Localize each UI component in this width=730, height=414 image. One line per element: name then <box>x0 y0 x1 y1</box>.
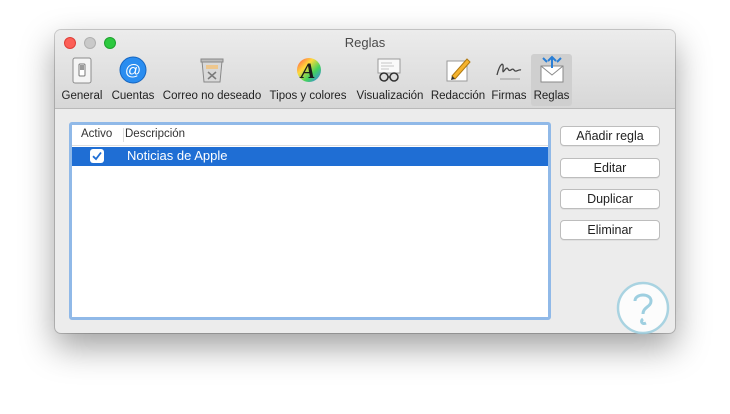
tab-correo-no-deseado[interactable]: Correo no deseado <box>159 54 265 106</box>
rules-table[interactable]: Activo Descripción Noticias de Apple <box>69 122 551 320</box>
tab-visualizacion[interactable]: Visualización <box>352 54 428 106</box>
tab-cuentas[interactable]: @ Cuentas <box>108 54 158 106</box>
tab-redaccion[interactable]: Redacción <box>429 54 487 106</box>
add-rule-button[interactable]: Añadir regla <box>560 126 660 146</box>
checkmark-icon <box>92 151 102 161</box>
duplicate-rule-button[interactable]: Duplicar <box>560 189 660 209</box>
tab-correo-no-deseado-label: Correo no deseado <box>162 90 262 102</box>
delete-rule-button[interactable]: Eliminar <box>560 220 660 240</box>
edit-rule-button[interactable]: Editar <box>560 158 660 178</box>
font-color-icon: A <box>297 58 321 83</box>
table-header: Activo Descripción <box>72 125 548 146</box>
tab-reglas[interactable]: Reglas <box>531 54 572 106</box>
tab-tipos-y-colores-label: Tipos y colores <box>269 90 347 102</box>
svg-text:@: @ <box>125 63 141 80</box>
junk-bin-icon <box>200 58 224 83</box>
column-header-activo[interactable]: Activo <box>81 128 112 140</box>
tab-reglas-label: Reglas <box>533 90 570 102</box>
glasses-icon <box>377 58 401 82</box>
tab-cuentas-label: Cuentas <box>111 90 155 102</box>
watermark-logo-icon <box>616 281 670 335</box>
titlebar-toolbar: Reglas General @ Cuentas Correo no desea… <box>55 30 675 109</box>
signature-icon <box>496 63 522 80</box>
column-header-descripcion[interactable]: Descripción <box>125 128 185 140</box>
tab-firmas-label: Firmas <box>491 90 527 102</box>
general-switch-icon <box>72 57 92 84</box>
preferences-window: Reglas General @ Cuentas Correo no desea… <box>55 30 675 333</box>
rule-description: Noticias de Apple <box>127 148 228 163</box>
rule-active-checkbox[interactable] <box>90 149 104 163</box>
rules-envelope-icon <box>540 55 564 83</box>
table-row[interactable]: Noticias de Apple <box>72 147 548 166</box>
tab-general[interactable]: General <box>60 54 104 106</box>
tab-firmas[interactable]: Firmas <box>488 54 530 106</box>
tab-visualizacion-label: Visualización <box>356 90 424 102</box>
tab-general-label: General <box>61 90 103 102</box>
pencil-paper-icon <box>446 58 471 82</box>
window-title: Reglas <box>344 35 386 50</box>
tab-tipos-y-colores[interactable]: A Tipos y colores <box>265 54 351 106</box>
tab-redaccion-label: Redacción <box>430 90 486 102</box>
svg-text:A: A <box>299 58 316 83</box>
column-divider <box>123 128 124 142</box>
at-sign-icon: @ <box>119 56 147 84</box>
